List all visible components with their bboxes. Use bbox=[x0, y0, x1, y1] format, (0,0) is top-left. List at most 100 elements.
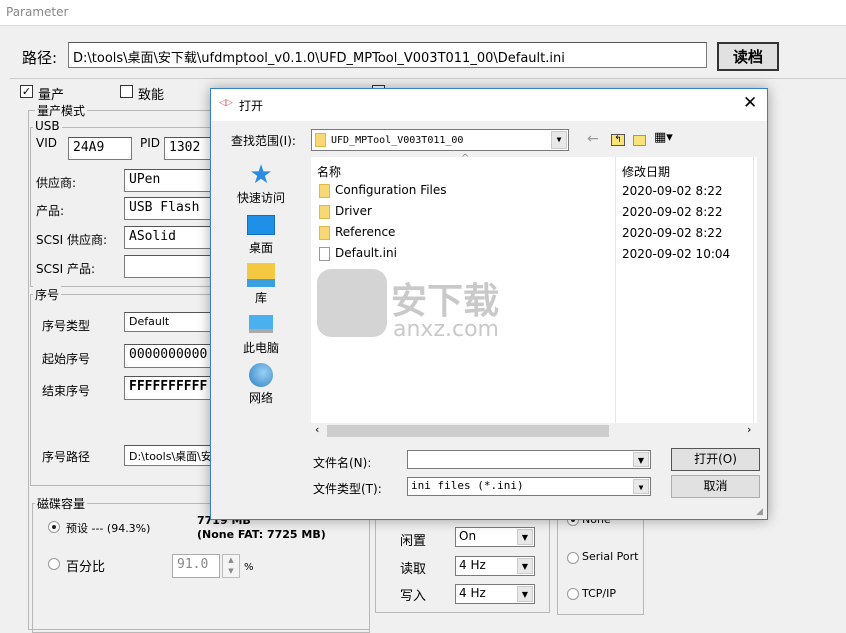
percent-radio[interactable] bbox=[48, 558, 60, 570]
file-list: ^ 名称 修改日期 Configuration Files 2020-09-02 … bbox=[311, 153, 757, 423]
scsi-vendor-label: SCSI 供应商: bbox=[36, 233, 108, 247]
led-idle-value: On bbox=[459, 529, 477, 543]
serial-end-input[interactable]: FFFFFFFFFF bbox=[124, 376, 224, 400]
up-folder-icon[interactable]: ↰ bbox=[611, 134, 625, 146]
file-date: 2020-09-02 8:22 bbox=[622, 205, 723, 219]
percent-spinner[interactable]: ▲ ▼ bbox=[222, 554, 240, 578]
led-idle-select[interactable]: On ▼ bbox=[455, 527, 535, 547]
enable-label: 致能 bbox=[138, 88, 165, 103]
load-button[interactable]: 读档 bbox=[717, 42, 779, 71]
nav-quick-access[interactable]: ★ 快速访问 bbox=[233, 161, 289, 206]
nav-this-pc[interactable]: 此电脑 bbox=[233, 313, 289, 356]
nav-label: 桌面 bbox=[248, 241, 273, 255]
file-date: 2020-09-02 10:04 bbox=[622, 247, 731, 261]
led-idle-label: 闲置 bbox=[400, 534, 427, 549]
serial-path-label: 序号路径 bbox=[42, 450, 91, 464]
open-file-dialog: ◁▷ 打开 ✕ 查找范围(I): UFD_MPTool_V003T011_00 ▼… bbox=[210, 88, 768, 520]
serial-path-input[interactable]: D:\tools\桌面\安 bbox=[124, 445, 224, 466]
comm-tcp-radio[interactable] bbox=[567, 588, 579, 600]
enable-checkbox[interactable] bbox=[120, 85, 133, 98]
file-row[interactable]: Driver 2020-09-02 8:22 bbox=[319, 204, 723, 224]
filetype-select[interactable]: ini files (*.ini) ▼ bbox=[407, 477, 651, 496]
scsi-vendor-input[interactable]: ASolid bbox=[124, 226, 224, 249]
usb-title: USB bbox=[33, 119, 62, 133]
file-name: Driver bbox=[335, 204, 372, 218]
filename-input[interactable]: ▼ bbox=[407, 450, 651, 469]
window-title: Parameter bbox=[0, 0, 846, 26]
scsi-product-input[interactable] bbox=[124, 255, 224, 278]
led-read-value: 4 Hz bbox=[459, 558, 486, 572]
filetype-value: ini files (*.ini) bbox=[411, 479, 524, 492]
capacity-nonefat: (None FAT: 7725 MB) bbox=[197, 528, 326, 541]
serial-type-label: 序号类型 bbox=[42, 319, 91, 333]
vid-label: VID bbox=[36, 136, 57, 150]
column-divider bbox=[615, 157, 616, 423]
chevron-down-icon: ▼ bbox=[517, 586, 533, 602]
mp-mode-title: 量产模式 bbox=[35, 102, 88, 119]
serial-title: 序号 bbox=[33, 286, 62, 303]
product-input[interactable]: USB Flash bbox=[124, 197, 224, 220]
divider bbox=[10, 78, 846, 79]
chevron-down-icon: ▼ bbox=[517, 558, 533, 574]
file-name: Reference bbox=[335, 225, 396, 239]
open-button[interactable]: 打开(O) bbox=[671, 448, 760, 471]
nav-desktop[interactable]: 桌面 bbox=[233, 213, 289, 256]
column-header-date[interactable]: 修改日期 bbox=[622, 163, 670, 180]
lookin-value: UFD_MPTool_V003T011_00 bbox=[331, 135, 464, 146]
view-menu-icon[interactable]: ▦▾ bbox=[654, 130, 673, 145]
column-header-name[interactable]: 名称 bbox=[317, 163, 341, 180]
close-icon[interactable]: ✕ bbox=[743, 93, 757, 113]
path-input[interactable]: D:\tools\桌面\安下载\ufdmptool_v0.1.0\UFD_MPT… bbox=[68, 42, 707, 68]
dialog-title: 打开 bbox=[239, 99, 264, 113]
led-write-label: 写入 bbox=[400, 589, 427, 604]
product-label: 产品: bbox=[36, 204, 65, 218]
scrollbar-thumb[interactable] bbox=[327, 425, 609, 437]
settings-file-icon bbox=[319, 246, 330, 261]
resize-grip-icon[interactable]: ◢ bbox=[756, 507, 763, 517]
library-icon bbox=[247, 263, 275, 287]
file-name: Default.ini bbox=[335, 246, 397, 260]
preset-radio[interactable] bbox=[48, 521, 60, 533]
percent-label: 百分比 bbox=[66, 560, 106, 575]
comm-serial-label: Serial Port bbox=[582, 550, 639, 563]
preset-label: 预设 --- (94.3%) bbox=[66, 522, 151, 535]
led-read-select[interactable]: 4 Hz ▼ bbox=[455, 556, 535, 576]
file-date: 2020-09-02 8:22 bbox=[622, 184, 723, 198]
scroll-right-icon[interactable]: › bbox=[747, 423, 751, 436]
comm-serial-radio[interactable] bbox=[567, 552, 579, 564]
path-label: 路径: bbox=[22, 49, 58, 67]
folder-icon bbox=[319, 183, 330, 198]
mass-production-checkbox[interactable]: ✓ bbox=[20, 85, 33, 98]
column-divider bbox=[753, 157, 754, 423]
percent-input[interactable]: 91.0 bbox=[172, 554, 220, 578]
serial-type-select[interactable]: Default bbox=[124, 312, 224, 332]
mass-production-label: 量产 bbox=[38, 88, 65, 103]
computer-icon bbox=[249, 315, 273, 333]
file-row[interactable]: Default.ini 2020-09-02 10:04 bbox=[319, 246, 730, 266]
chevron-down-icon: ▼ bbox=[551, 131, 567, 149]
lookin-select[interactable]: UFD_MPTool_V003T011_00 ▼ bbox=[311, 129, 569, 151]
scroll-left-icon[interactable]: ‹ bbox=[315, 423, 319, 436]
back-icon[interactable]: ← bbox=[587, 131, 599, 147]
nav-network[interactable]: 网络 bbox=[233, 363, 289, 406]
chevron-down-icon: ▼ bbox=[517, 529, 533, 545]
vendor-input[interactable]: UPen bbox=[124, 169, 224, 192]
network-icon bbox=[249, 363, 273, 387]
nav-label: 此电脑 bbox=[242, 341, 279, 355]
led-write-select[interactable]: 4 Hz ▼ bbox=[455, 584, 535, 604]
new-folder-icon[interactable] bbox=[633, 135, 646, 146]
nav-label: 网络 bbox=[248, 391, 273, 405]
cancel-button[interactable]: 取消 bbox=[671, 475, 760, 498]
file-row[interactable]: Reference 2020-09-02 8:22 bbox=[319, 225, 723, 245]
file-row[interactable]: Configuration Files 2020-09-02 8:22 bbox=[319, 183, 723, 203]
chevron-down-icon: ▼ bbox=[633, 479, 649, 494]
vid-input[interactable]: 24A9 bbox=[68, 137, 132, 160]
filename-label: 文件名(N): bbox=[313, 456, 372, 470]
horizontal-scrollbar[interactable]: ‹ › bbox=[311, 423, 757, 439]
capacity-title: 磁碟容量 bbox=[35, 495, 88, 512]
serial-start-input[interactable]: 0000000000 bbox=[124, 344, 224, 368]
app-icon: ◁▷ bbox=[219, 98, 233, 108]
nav-label: 库 bbox=[254, 291, 267, 305]
nav-library[interactable]: 库 bbox=[233, 263, 289, 306]
star-icon: ★ bbox=[249, 160, 273, 190]
